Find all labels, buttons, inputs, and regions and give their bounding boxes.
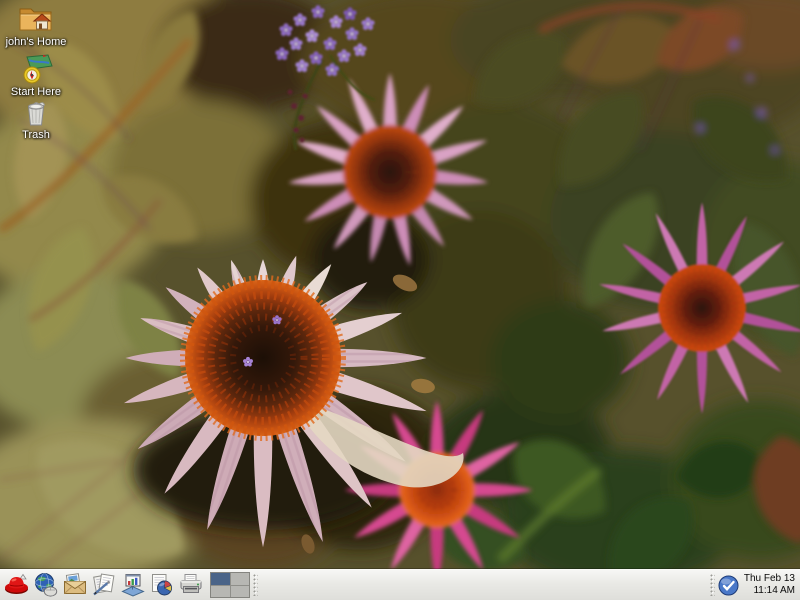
wallpaper [0,0,800,600]
globe-mouse-icon [33,572,59,598]
update-notifier-button[interactable] [718,574,740,596]
documents-pen-icon [91,572,117,598]
presentation-button[interactable] [119,571,147,599]
print-manager-button[interactable] [177,571,205,599]
word-processor-button[interactable] [90,571,118,599]
workspace-2[interactable] [231,573,250,585]
bottom-panel: Thu Feb 13 11:14 AM [0,569,800,600]
spreadsheet-button[interactable] [148,571,176,599]
email-button[interactable] [61,571,89,599]
web-browser-button[interactable] [32,571,60,599]
workspace-3[interactable] [211,586,230,598]
clock-applet[interactable]: Thu Feb 13 11:14 AM [740,573,800,598]
desktop-icon-home[interactable]: john's Home [3,2,69,48]
workspace-4[interactable] [231,586,250,598]
coneflower-photo [0,0,800,600]
slide-chart-icon [120,572,146,598]
red-fedora-icon [4,572,30,598]
desktop-icon-start-here[interactable]: Start Here [3,54,69,98]
workspace-1[interactable] [211,573,230,585]
printer-icon [178,572,204,598]
notification-area-handle[interactable] [710,574,715,596]
update-check-icon [718,575,739,596]
desktop-screen: john's Home Start Here Trash [0,0,800,600]
trash-icon [21,97,51,127]
panel-launchers [0,571,205,599]
clock-time: 11:14 AM [744,585,795,598]
home-folder-icon [17,2,55,34]
start-here-icon [19,54,53,84]
workspace-switcher[interactable] [210,572,250,598]
desktop-icon-label: Trash [22,129,50,141]
pie-chart-sheet-icon [149,572,175,598]
envelope-photo-icon [62,572,88,598]
main-menu-button[interactable] [3,571,31,599]
clock-date: Thu Feb 13 [744,573,795,586]
desktop-icon-label: john's Home [6,36,67,48]
desktop-icon-trash[interactable]: Trash [3,97,69,141]
applet-drag-handle[interactable] [253,574,258,596]
